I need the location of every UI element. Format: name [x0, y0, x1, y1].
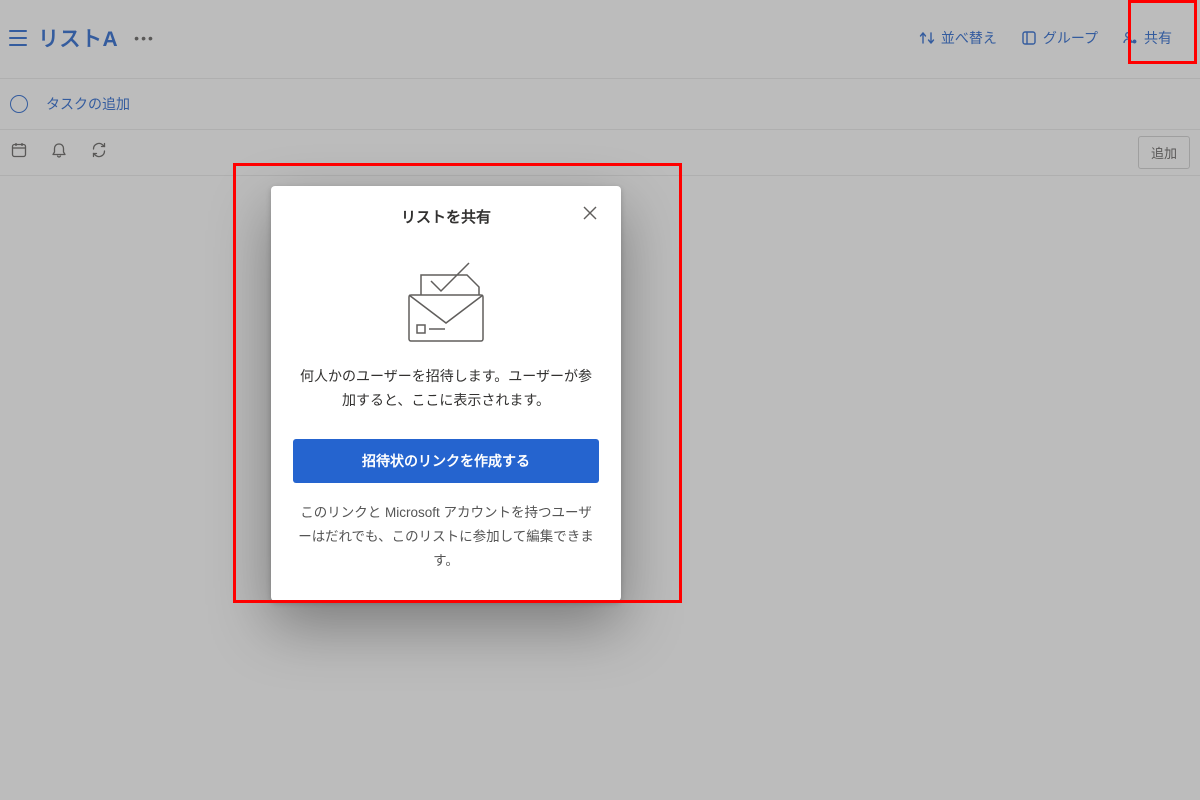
close-button[interactable] — [581, 204, 599, 227]
create-invite-link-button[interactable]: 招待状のリンクを作成する — [293, 439, 599, 483]
dialog-footer-text: このリンクと Microsoft アカウントを持つユーザーはだれでも、このリスト… — [293, 483, 599, 574]
dialog-illustration — [293, 235, 599, 359]
share-dialog: リストを共有 何人かのユーザーを招待します。ユーザーが参加すると、ここに表示され… — [271, 186, 621, 601]
dialog-title: リストを共有 — [401, 209, 491, 226]
close-icon — [583, 206, 597, 220]
dialog-header: リストを共有 — [293, 204, 599, 235]
dialog-description: 何人かのユーザーを招待します。ユーザーが参加すると、ここに表示されます。 — [293, 359, 599, 413]
